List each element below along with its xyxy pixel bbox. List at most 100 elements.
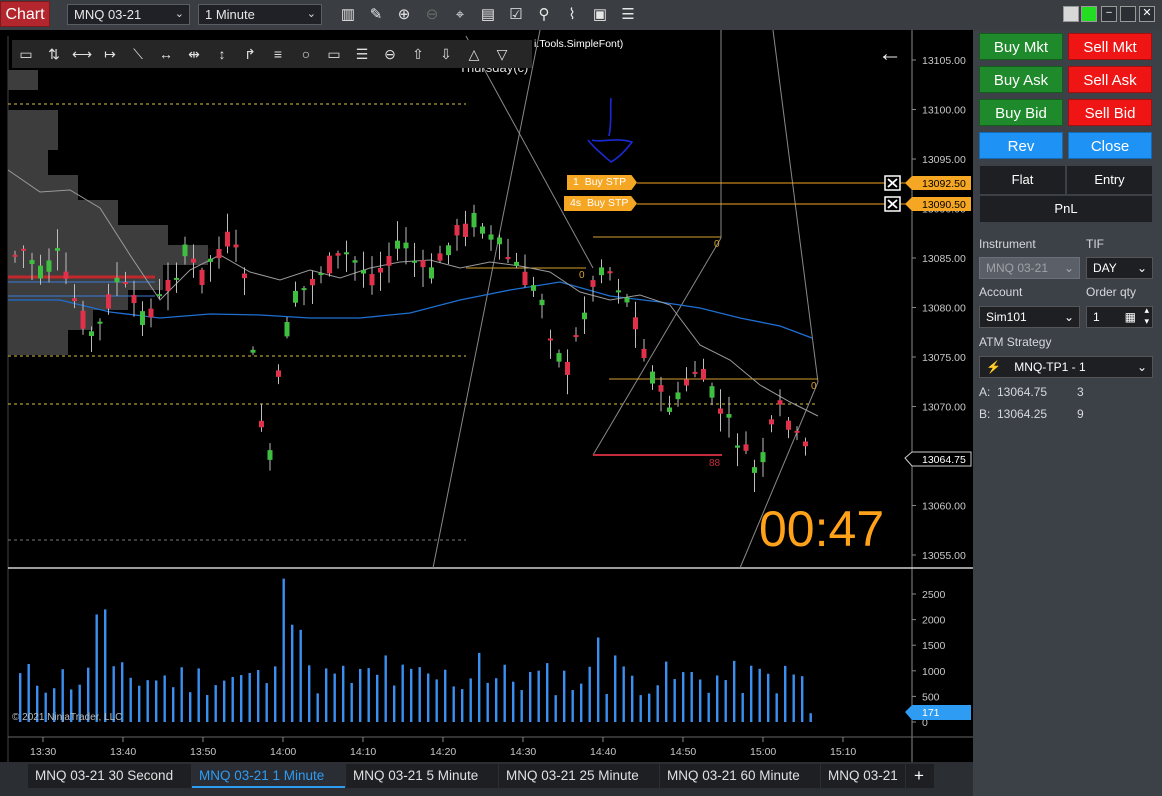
candle [174, 277, 179, 280]
tab-mnq[interactable]: MNQ 03-21 [821, 764, 905, 788]
add-tab-button[interactable]: + [906, 764, 934, 788]
chart-menu-button[interactable]: Chart [0, 1, 50, 27]
candle [106, 294, 111, 309]
chart-trader-icon[interactable]: ☰ [614, 4, 642, 26]
bar-timer: 00:47 [759, 501, 885, 557]
pnl-display: PnL [979, 195, 1153, 223]
tab-1-minute[interactable]: MNQ 03-21 1 Minute [192, 764, 345, 788]
buy-ask-button[interactable]: Buy Ask [979, 66, 1063, 93]
hand-drawn-arrow [587, 97, 634, 163]
bar-style-icon[interactable]: ▥ [334, 4, 362, 26]
time-tick-label: 13:30 [30, 746, 56, 758]
candle [531, 285, 536, 291]
order-qty-field[interactable]: 1 ▦ ▴ ▾ [1086, 305, 1153, 328]
candle [46, 260, 52, 272]
sell-market-button[interactable]: Sell Mkt [1068, 33, 1152, 60]
close-icon[interactable]: ✕ [1139, 6, 1155, 22]
price-chart[interactable]: 0 0 0 88 13105.0013100.0013095.0013090.0… [0, 30, 973, 762]
ellipse-icon[interactable]: ○ [292, 40, 320, 68]
interval-select[interactable]: 1 Minute ⌄ [198, 4, 322, 25]
tab-60-minute[interactable]: MNQ 03-21 60 Minute [660, 764, 820, 788]
volume-bar [512, 681, 515, 722]
ray-icon[interactable]: ↦ [96, 40, 124, 68]
stepper-icon[interactable]: ▴ ▾ [1144, 305, 1149, 327]
minimize-icon[interactable]: – [1101, 6, 1117, 22]
calculator-icon[interactable]: ▦ [1125, 307, 1136, 327]
strategies-icon[interactable]: ⚲ [530, 4, 558, 26]
buy-market-button[interactable]: Buy Mkt [979, 33, 1063, 60]
text-align-icon[interactable]: ☰ [348, 40, 376, 68]
volume-bar [580, 683, 583, 722]
chevron-down-icon: ⌄ [1063, 261, 1074, 275]
candle [335, 253, 341, 256]
instrument-select[interactable]: MNQ 03-21 ⌄ [67, 4, 190, 25]
indicators-icon[interactable]: ⌇ [558, 4, 586, 26]
candle [786, 420, 791, 430]
properties-icon[interactable]: ☑ [502, 4, 530, 26]
candle [293, 290, 298, 303]
crosshair-icon[interactable]: ⌖ [446, 4, 474, 26]
price-axis: 13105.0013100.0013095.0013090.0013085.00… [912, 55, 966, 562]
drawing-tool-icon[interactable]: ✎ [362, 4, 390, 26]
volume-bar [733, 660, 736, 722]
tab-bar: MNQ 03-21 30 Second MNQ 03-21 1 Minute M… [0, 762, 973, 796]
tab-5-minute[interactable]: MNQ 03-21 5 Minute [346, 764, 498, 788]
volume-bar [469, 678, 472, 722]
atm-strategy-select[interactable]: ⚡ MNQ-TP1 - 1 ⌄ [979, 356, 1153, 378]
volume-bar [461, 689, 464, 722]
risk-reward-icon[interactable]: ⇅ [40, 40, 68, 68]
region-icon[interactable]: ⊖ [376, 40, 404, 68]
volume-bar [554, 695, 557, 722]
chart-panel[interactable]: 0 0 0 88 13105.0013100.0013095.0013090.0… [0, 30, 973, 762]
triangle-up-icon[interactable]: △ [460, 40, 488, 68]
order-price-label: 13092.50 [922, 178, 966, 190]
candle [361, 269, 366, 274]
link-color-icon[interactable] [1081, 6, 1097, 22]
tab-30-second[interactable]: MNQ 03-21 30 Second [28, 764, 191, 788]
sell-bid-button[interactable]: Sell Bid [1068, 99, 1152, 126]
templates-icon[interactable]: ▣ [586, 4, 614, 26]
account-select[interactable]: Sim101 ⌄ [979, 306, 1080, 328]
vertical-line-icon[interactable]: ↕ [208, 40, 236, 68]
ruler-icon[interactable]: ▭ [12, 40, 40, 68]
tab-25-minute[interactable]: MNQ 03-21 25 Minute [499, 764, 659, 788]
arrow-up-icon[interactable]: ⇧ [404, 40, 432, 68]
arrow-line-icon[interactable]: ⇹ [180, 40, 208, 68]
extended-line-icon[interactable]: ↔ [152, 40, 180, 68]
price-tick-label: 13060.00 [922, 501, 966, 513]
time-tick-label: 15:00 [750, 746, 776, 758]
diagonal-line-icon[interactable]: ⟍ [124, 40, 152, 68]
zoom-in-icon[interactable]: ⊕ [390, 4, 418, 26]
ruler-label: 0 [579, 270, 585, 281]
reverse-button[interactable]: Rev [979, 132, 1063, 159]
back-arrow-icon[interactable]: ← [878, 42, 902, 66]
maximize-icon[interactable] [1120, 6, 1136, 22]
candle [777, 400, 783, 405]
buy-bid-button[interactable]: Buy Bid [979, 99, 1063, 126]
tif-select[interactable]: DAY ⌄ [1086, 257, 1153, 279]
line-icon[interactable]: ⟷ [68, 40, 96, 68]
candle [191, 258, 196, 263]
candle [463, 223, 468, 237]
order-flag-buy-stop[interactable]: 1 Buy STP [567, 175, 637, 190]
price-tick-label: 13085.00 [922, 253, 966, 265]
ask-price: 13064.75 [997, 385, 1048, 399]
order-flag-buy-stop[interactable]: 4s Buy STP [564, 196, 637, 211]
instrument-field[interactable]: MNQ 03-21 ⌄ [979, 257, 1080, 279]
volume-bar [631, 675, 634, 722]
horizontal-lines-icon[interactable]: ≡ [264, 40, 292, 68]
volume-bar [784, 665, 787, 722]
volume-bar [180, 667, 183, 722]
candle [573, 335, 579, 338]
zoom-out-icon[interactable]: ⊖ [418, 4, 446, 26]
rectangle-icon[interactable]: ▭ [320, 40, 348, 68]
data-series-icon[interactable]: ▤ [474, 4, 502, 26]
sell-ask-button[interactable]: Sell Ask [1068, 66, 1152, 93]
volume-bar [418, 667, 421, 722]
path-icon[interactable]: ↱ [236, 40, 264, 68]
window-color-icon[interactable] [1063, 6, 1079, 22]
arrow-down-icon[interactable]: ⇩ [432, 40, 460, 68]
close-position-button[interactable]: Close [1068, 132, 1152, 159]
volume-bar [792, 674, 795, 722]
triangle-down-icon[interactable]: ▽ [488, 40, 516, 68]
